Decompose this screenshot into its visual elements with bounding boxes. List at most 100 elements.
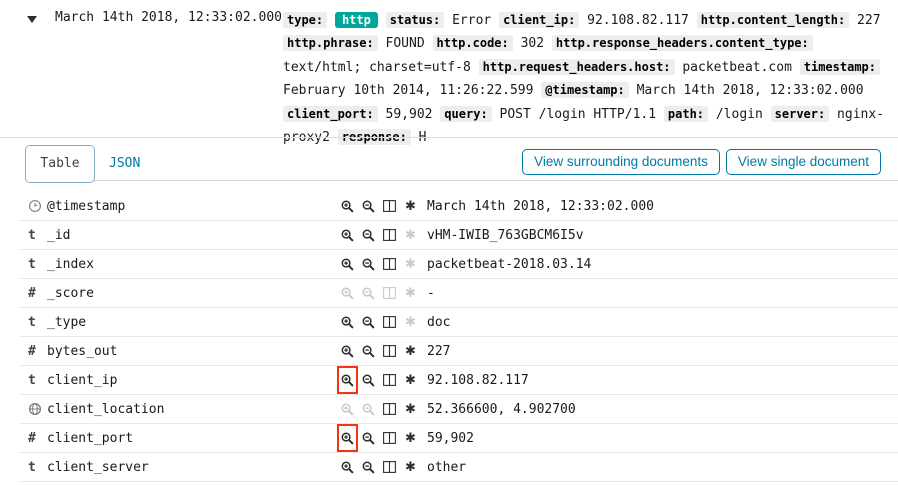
filter-out-value-icon[interactable] [358,424,379,452]
field-value: 227 [421,344,898,359]
table-row: #client_port✱59,902 [20,424,898,453]
magnifier-plus-icon [341,229,354,242]
tab-json[interactable]: JSON [109,153,140,175]
summary-value: POST /login HTTP/1.1 [500,107,657,122]
toggle-column-in-table-icon[interactable] [379,221,400,249]
filter-out-value-icon[interactable] [358,366,379,394]
toggle-column-in-table-icon[interactable] [379,337,400,365]
toggle-column-in-table-icon[interactable] [379,308,400,336]
field-name: _index [47,257,337,272]
filter-for-field-present-icon[interactable]: ✱ [400,395,421,423]
row-actions: ✱ [337,221,421,249]
summary-field-label: http.response_headers.content_type: [552,35,813,51]
filter-for-value-icon[interactable] [337,221,358,249]
tab-table[interactable]: Table [25,145,95,183]
magnifier-minus-icon [362,403,375,416]
summary-field-label: status: [386,12,445,28]
magnifier-plus-icon [341,287,354,300]
asterisk-icon: ✱ [405,461,416,474]
summary-field-label: timestamp: [800,59,880,75]
columns-icon [383,200,396,212]
summary-field-label: client_ip: [499,12,579,28]
filter-for-value-icon[interactable] [337,308,358,336]
field-name: client_location [47,402,337,417]
view-single-document-button[interactable]: View single document [726,149,881,175]
filter-out-value-icon[interactable] [358,250,379,278]
filter-for-field-present-icon[interactable]: ✱ [400,366,421,394]
collapse-document-arrow-icon[interactable] [27,16,37,23]
asterisk-icon: ✱ [405,287,416,300]
row-actions: ✱ [337,337,421,365]
filter-out-value-icon[interactable] [358,453,379,481]
geo-point-icon [20,402,47,416]
row-actions: ✱ [337,424,421,452]
toggle-column-in-table-icon[interactable] [379,424,400,452]
number-field-icon: # [20,286,47,301]
field-value: 92.108.82.117 [421,373,898,388]
text-field-icon: t [20,257,47,272]
view-surrounding-documents-button[interactable]: View surrounding documents [522,149,720,175]
summary-value: February 10th 2014, 11:26:22.599 [283,83,533,98]
summary-field-label: http.code: [433,35,513,51]
number-field-icon: # [20,344,47,359]
columns-icon [383,374,396,386]
toggle-column-in-table-icon[interactable] [379,192,400,220]
toggle-column-in-table-icon[interactable] [379,250,400,278]
field-value: vHM-IWIB_763GBCM6I5v [421,228,898,243]
summary-value: 92.108.82.117 [587,13,689,28]
table-row: client_location ✱52.366600, 4.902700 [20,395,898,424]
magnifier-plus-icon [341,461,354,474]
magnifier-minus-icon [362,374,375,387]
table-row: tclient_server✱other [20,453,898,482]
toggle-column-in-table-icon[interactable] [379,366,400,394]
doc-summary: type: http status: Error client_ip: 92.1… [283,9,896,149]
columns-icon [383,316,396,328]
filter-for-field-present-icon[interactable]: ✱ [400,337,421,365]
filter-for-value-icon [337,395,358,423]
toggle-column-in-table-icon [379,279,400,307]
field-name: _type [47,315,337,330]
filter-out-value-icon[interactable] [358,221,379,249]
row-actions: ✱ [337,453,421,481]
columns-icon [383,258,396,270]
filter-out-value-icon[interactable] [358,192,379,220]
filter-for-value-icon[interactable] [337,250,358,278]
filter-for-field-present-icon[interactable]: ✱ [400,192,421,220]
magnifier-plus-icon [341,432,354,445]
filter-for-field-present-icon[interactable]: ✱ [400,453,421,481]
magnifier-plus-icon [341,403,354,416]
columns-icon [383,287,396,299]
filter-out-value-icon[interactable] [358,308,379,336]
magnifier-plus-icon [341,258,354,271]
filter-out-value-icon[interactable] [358,337,379,365]
table-row: t_index✱packetbeat-2018.03.14 [20,250,898,279]
filter-for-value-icon[interactable] [337,424,358,452]
summary-value: packetbeat.com [682,60,792,75]
toggle-column-in-table-icon[interactable] [379,453,400,481]
filter-for-value-icon [337,279,358,307]
filter-for-value-icon[interactable] [337,366,358,394]
summary-value: Error [452,13,491,28]
columns-icon [383,432,396,444]
filter-for-value-icon[interactable] [337,453,358,481]
field-value: 59,902 [421,431,898,446]
filter-for-value-icon[interactable] [337,337,358,365]
row-actions: ✱ [337,308,421,336]
field-name: bytes_out [47,344,337,359]
row-actions: ✱ [337,192,421,220]
filter-out-value-icon [358,279,379,307]
filter-for-field-present-icon: ✱ [400,308,421,336]
summary-value: 302 [521,36,544,51]
field-name: client_port [47,431,337,446]
asterisk-icon: ✱ [405,229,416,242]
summary-field-label: http.request_headers.host: [479,59,675,75]
field-name: _score [47,286,337,301]
summary-value: /login [716,107,763,122]
asterisk-icon: ✱ [405,345,416,358]
summary-field-label: client_port: [283,106,378,122]
magnifier-minus-icon [362,432,375,445]
filter-for-field-present-icon[interactable]: ✱ [400,424,421,452]
toggle-column-in-table-icon[interactable] [379,395,400,423]
field-value: 52.366600, 4.902700 [421,402,898,417]
filter-for-value-icon[interactable] [337,192,358,220]
